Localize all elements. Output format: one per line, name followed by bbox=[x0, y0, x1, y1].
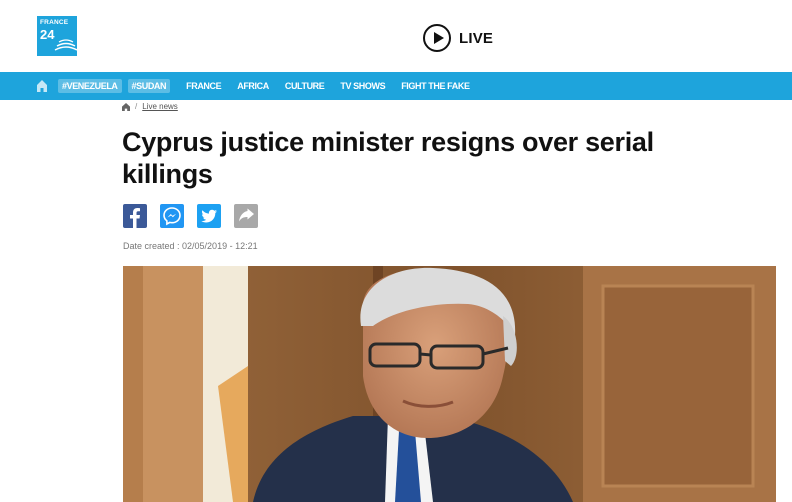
minister-photo bbox=[123, 266, 776, 502]
twitter-icon bbox=[201, 209, 217, 223]
nav-item-sudan[interactable]: #SUDAN bbox=[127, 79, 171, 93]
article-photo bbox=[123, 266, 776, 502]
twitter-share-button[interactable] bbox=[197, 204, 221, 228]
logo-waves-icon bbox=[54, 39, 77, 51]
nav-item-culture[interactable]: CULTURE bbox=[285, 81, 325, 91]
nav-item-fight-the-fake[interactable]: FIGHT THE FAKE bbox=[401, 81, 470, 91]
play-icon bbox=[423, 24, 451, 52]
share-bar bbox=[123, 204, 271, 228]
france24-logo[interactable]: FRANCE 24 bbox=[37, 16, 77, 56]
live-button[interactable]: LIVE bbox=[423, 24, 493, 52]
main-nav: #VENEZUELA #SUDAN FRANCE AFRICA CULTURE … bbox=[0, 72, 792, 100]
live-label: LIVE bbox=[459, 29, 494, 47]
top-header: FRANCE 24 LIVE bbox=[0, 0, 792, 72]
share-button[interactable] bbox=[234, 204, 258, 228]
facebook-icon bbox=[130, 208, 140, 228]
breadcrumb-home-icon[interactable] bbox=[122, 102, 130, 111]
breadcrumb-separator: / bbox=[135, 102, 138, 111]
breadcrumb: / Live news bbox=[122, 102, 178, 111]
nav-item-africa[interactable]: AFRICA bbox=[237, 81, 269, 91]
article-date: Date created : 02/05/2019 - 12:21 bbox=[123, 241, 258, 251]
messenger-share-button[interactable] bbox=[160, 204, 184, 228]
share-icon bbox=[239, 208, 254, 222]
nav-item-tv-shows[interactable]: TV SHOWS bbox=[340, 81, 385, 91]
facebook-share-button[interactable] bbox=[123, 204, 147, 228]
nav-item-france[interactable]: FRANCE bbox=[186, 81, 222, 91]
breadcrumb-live-news[interactable]: Live news bbox=[142, 102, 178, 111]
nav-item-venezuela[interactable]: #VENEZUELA bbox=[58, 79, 122, 93]
home-icon[interactable] bbox=[37, 80, 47, 92]
article-headline: Cyprus justice minister resigns over ser… bbox=[122, 127, 654, 189]
messenger-icon bbox=[163, 207, 181, 226]
